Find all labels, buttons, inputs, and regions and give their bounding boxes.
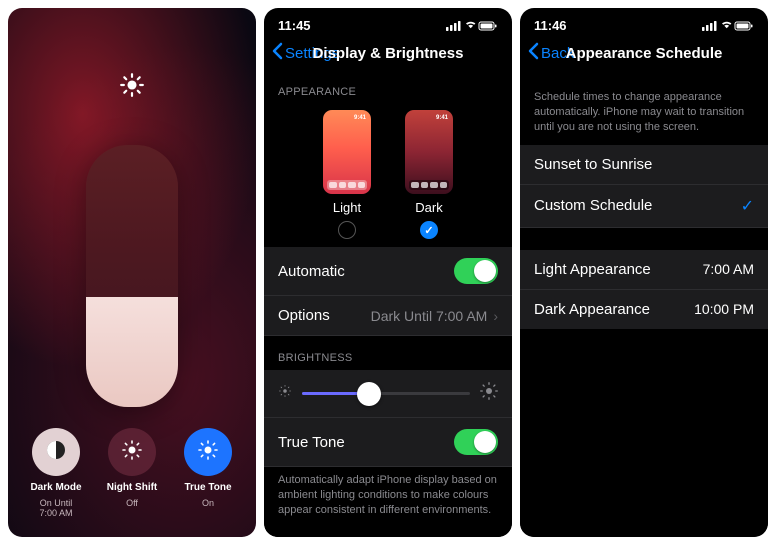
true-tone-cell: True Tone <box>264 418 512 467</box>
status-icons <box>446 18 498 33</box>
dark-label: Dark <box>415 200 442 215</box>
true-tone-label: True Tone <box>278 434 345 451</box>
light-appearance-cell[interactable]: Light Appearance 7:00 AM <box>520 250 768 290</box>
true-tone-label: True Tone <box>184 482 231 493</box>
appearance-mode-dark[interactable]: 9:41 Dark <box>405 110 453 239</box>
dark-radio[interactable] <box>420 221 438 239</box>
dark-preview: 9:41 <box>405 110 453 194</box>
appearance-mode-row: 9:41 Light 9:41 Dark <box>264 104 512 247</box>
light-appearance-label: Light Appearance <box>534 261 651 278</box>
status-bar: 11:46 <box>520 8 768 36</box>
custom-option-cell[interactable]: Custom Schedule ✓ <box>520 185 768 228</box>
appearance-header: APPEARANCE <box>264 70 512 104</box>
true-tone-toggle[interactable]: True Tone On <box>173 428 243 519</box>
light-appearance-value: 7:00 AM <box>703 261 754 277</box>
control-center-brightness-screen: Dark Mode On Until 7:00 AM Night Shift O… <box>8 8 256 537</box>
brightness-slider-cell <box>264 370 512 418</box>
schedule-footer: Schedule times to change appearance auto… <box>520 70 768 145</box>
status-bar: 11:45 <box>264 8 512 36</box>
light-preview: 9:41 <box>323 110 371 194</box>
chevron-left-icon <box>272 42 283 64</box>
light-label: Light <box>333 200 361 215</box>
status-icons <box>702 18 754 33</box>
automatic-toggle[interactable] <box>454 258 498 284</box>
options-label: Options <box>278 307 330 324</box>
dark-appearance-label: Dark Appearance <box>534 301 650 318</box>
automatic-cell: Automatic <box>264 247 512 296</box>
chevron-right-icon: › <box>493 308 498 324</box>
sun-min-icon <box>278 384 292 403</box>
back-button[interactable]: Settings <box>272 42 339 64</box>
back-label: Settings <box>285 45 339 62</box>
appearance-mode-light[interactable]: 9:41 Light <box>323 110 371 239</box>
true-tone-footer: Automatically adapt iPhone display based… <box>264 467 512 528</box>
night-shift-toggle[interactable]: Night Shift Off <box>97 428 167 519</box>
light-radio[interactable] <box>338 221 356 239</box>
sun-max-icon <box>480 382 498 405</box>
night-shift-label: Night Shift <box>107 482 158 493</box>
dark-appearance-value: 10:00 PM <box>694 301 754 317</box>
night-shift-icon <box>120 438 144 467</box>
night-shift-sub: Off <box>126 499 138 509</box>
true-tone-toggle[interactable] <box>454 429 498 455</box>
true-tone-icon <box>196 438 220 467</box>
sunset-option-cell[interactable]: Sunset to Sunrise <box>520 145 768 185</box>
custom-label: Custom Schedule <box>534 197 652 214</box>
dark-mode-sub: On Until 7:00 AM <box>39 499 72 519</box>
status-time: 11:46 <box>534 18 567 33</box>
dark-mode-toggle[interactable]: Dark Mode On Until 7:00 AM <box>21 428 91 519</box>
back-button[interactable]: Back <box>528 42 574 64</box>
dark-mode-label: Dark Mode <box>30 482 81 493</box>
appearance-schedule-screen: 11:46 Back Appearance Schedule Schedule … <box>520 8 768 537</box>
back-label: Back <box>541 45 574 62</box>
display-brightness-screen: 11:45 Settings Display & Brightness APPE… <box>264 8 512 537</box>
brightness-slider-vertical[interactable] <box>86 145 178 407</box>
automatic-label: Automatic <box>278 263 345 280</box>
brightness-slider[interactable] <box>302 392 470 395</box>
check-icon: ✓ <box>741 196 754 216</box>
sunset-label: Sunset to Sunrise <box>534 156 652 173</box>
brightness-icon <box>119 72 145 103</box>
dark-appearance-cell[interactable]: Dark Appearance 10:00 PM <box>520 290 768 329</box>
true-tone-sub: On <box>202 499 214 509</box>
brightness-header: BRIGHTNESS <box>264 336 512 370</box>
options-cell[interactable]: Options Dark Until 7:00 AM › <box>264 296 512 336</box>
status-time: 11:45 <box>278 18 311 33</box>
dark-mode-icon <box>44 438 68 467</box>
chevron-left-icon <box>528 42 539 64</box>
options-value: Dark Until 7:00 AM <box>371 308 488 324</box>
